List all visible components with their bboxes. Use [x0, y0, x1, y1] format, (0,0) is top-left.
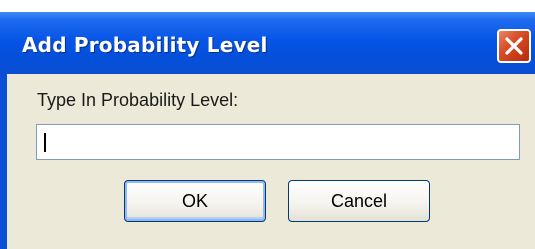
text-caret — [44, 133, 46, 152]
ok-button[interactable]: OK — [124, 180, 266, 222]
probability-level-input[interactable] — [36, 124, 520, 160]
title-bar[interactable]: Add Probability Level — [0, 12, 535, 74]
probability-level-label: Type In Probability Level: — [37, 90, 239, 110]
close-icon — [505, 37, 523, 55]
cancel-button[interactable]: Cancel — [288, 180, 430, 222]
window-top-edge — [0, 0, 535, 12]
dialog-title: Add Probability Level — [22, 33, 268, 57]
close-button[interactable] — [497, 29, 531, 63]
dialog-window: Add Probability Level Type In Probabilit… — [0, 0, 535, 249]
